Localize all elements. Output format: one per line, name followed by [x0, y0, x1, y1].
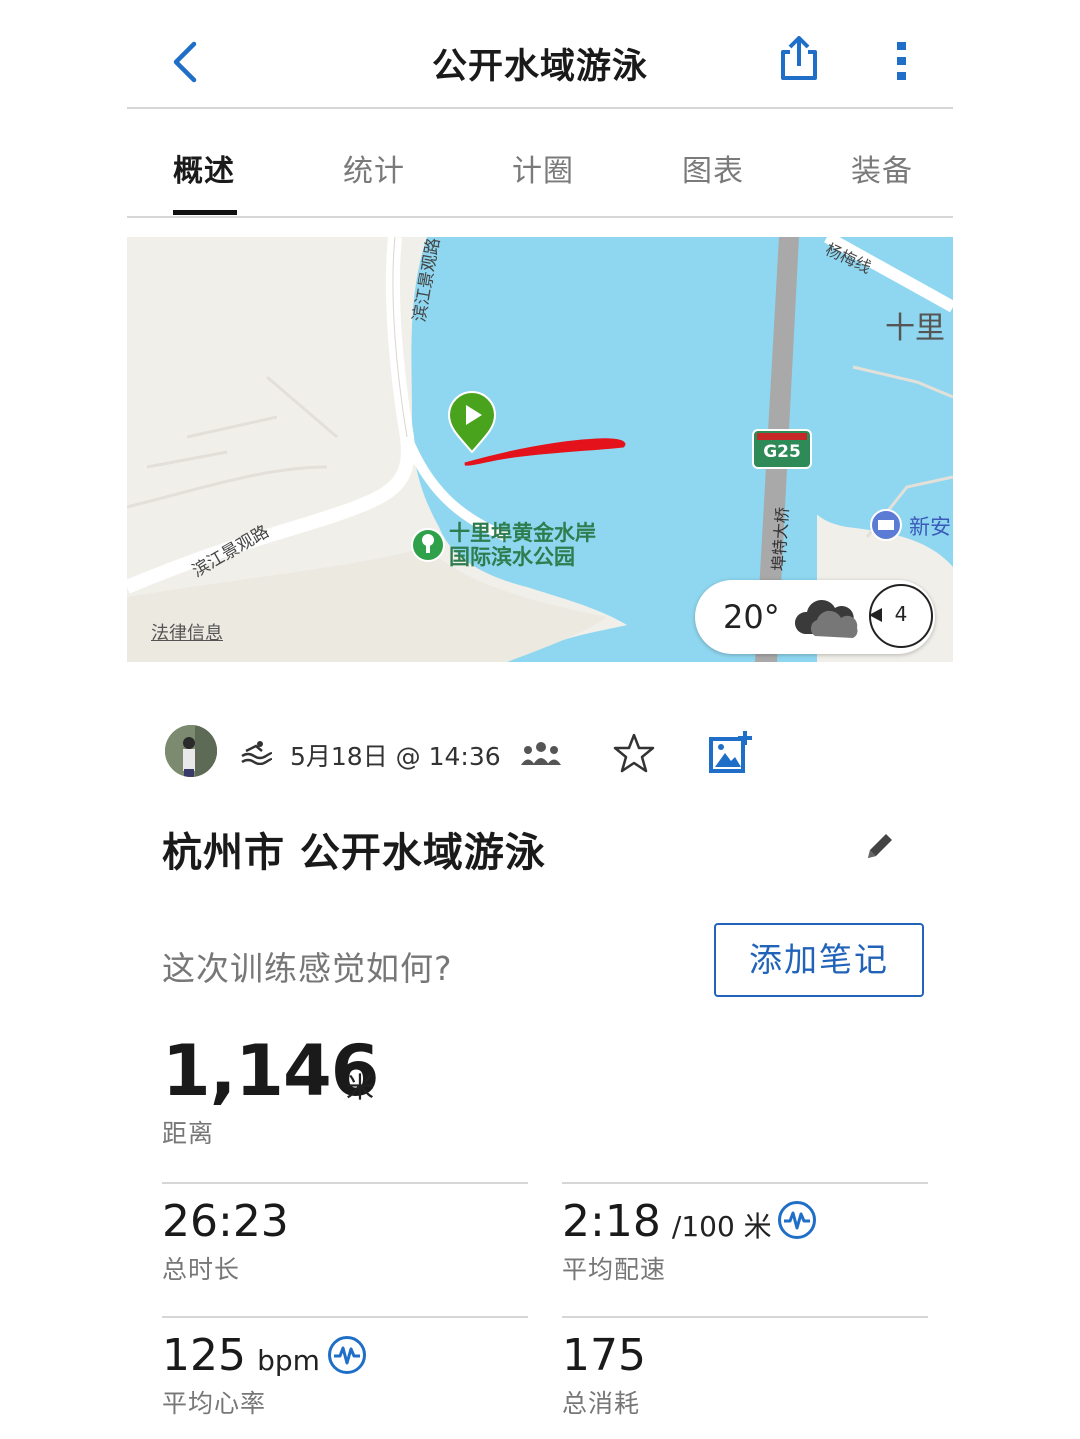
stat-divider — [562, 1182, 928, 1184]
map-label-bridge: 埠特大桥 — [768, 506, 793, 572]
duration-label: 总时长 — [162, 1255, 241, 1284]
weather-temperature: 20° — [723, 598, 780, 636]
pace-label: 平均配速 — [562, 1255, 667, 1284]
page-title: 公开水域游泳 — [431, 47, 648, 87]
swim-icon — [241, 741, 272, 765]
distance-unit: 米 — [346, 1071, 375, 1104]
add-photo-icon[interactable] — [707, 729, 755, 775]
activity-datetime: 5月18日 @ 14:36 — [290, 742, 501, 771]
star-icon[interactable] — [613, 733, 655, 773]
add-note-button[interactable]: 添加笔记 — [714, 923, 924, 997]
pace-unit: /100 米 — [671, 1210, 772, 1243]
avatar[interactable] — [165, 725, 217, 777]
header-divider — [127, 107, 953, 109]
map-label-park-line2: 国际滨水公园 — [449, 545, 575, 569]
tab-overview[interactable]: 概述 — [173, 146, 235, 190]
stat-divider — [162, 1182, 528, 1184]
stat-divider — [562, 1316, 928, 1318]
feel-prompt: 这次训练感觉如何? — [162, 949, 453, 988]
duration-value: 26:23 — [162, 1196, 289, 1247]
heart-rate-stat: 125 bpm — [162, 1330, 320, 1386]
more-menu-button[interactable] — [894, 40, 910, 82]
map-label-park-line1: 十里埠黄金水岸 — [449, 521, 596, 545]
park-poi-icon — [411, 528, 445, 562]
pace-value: 2:18 — [562, 1196, 661, 1247]
calories-label: 总消耗 — [562, 1389, 641, 1418]
map-label-poi-right: 新安 — [909, 515, 951, 539]
tabs-divider — [127, 216, 953, 218]
group-icon[interactable] — [520, 741, 562, 765]
heart-rate-unit: bpm — [257, 1344, 320, 1377]
distance-label: 距离 — [162, 1119, 215, 1148]
activity-pulse-icon — [334, 1346, 360, 1365]
tab-gear[interactable]: 装备 — [851, 146, 913, 190]
share-icon — [781, 36, 817, 80]
tab-laps[interactable]: 计圈 — [512, 146, 574, 190]
wind-direction-icon — [869, 608, 882, 622]
map-label-place-right: 十里 — [885, 311, 945, 346]
avatar-image — [165, 725, 217, 777]
activity-pulse-icon — [784, 1211, 810, 1230]
tab-charts[interactable]: 图表 — [682, 146, 744, 190]
edit-pencil-icon[interactable] — [864, 830, 896, 862]
heart-rate-value: 125 — [162, 1330, 246, 1381]
temple-poi-icon — [870, 509, 902, 541]
stat-divider — [162, 1316, 528, 1318]
calories-value: 175 — [562, 1330, 646, 1381]
pace-chart-button[interactable] — [778, 1201, 816, 1239]
tab-stats[interactable]: 统计 — [343, 146, 405, 190]
more-vertical-icon — [897, 42, 906, 80]
route-map[interactable]: 滨江景观路 滨江景观路 十里埠黄金水岸 国际滨水公园 十里 新安 杨梅线 埠特大… — [127, 237, 953, 662]
cloud-icon — [794, 599, 858, 638]
pace-stat: 2:18 /100 米 — [562, 1196, 772, 1252]
heart-rate-label: 平均心率 — [162, 1389, 267, 1418]
legal-info-link[interactable]: 法律信息 — [151, 619, 223, 645]
active-tab-indicator — [173, 210, 237, 215]
heart-rate-chart-button[interactable] — [328, 1336, 366, 1374]
wind-indicator: 4 — [869, 584, 933, 648]
weather-badge: 20° 4 — [695, 580, 935, 654]
activity-title: 杭州市 公开水域游泳 — [162, 830, 546, 876]
activity-meta: 5月18日 @ 14:36 — [165, 725, 765, 779]
map-label-park: 十里埠黄金水岸 国际滨水公园 — [449, 521, 596, 569]
share-button[interactable] — [778, 36, 820, 82]
map-label-highway: G25 — [763, 442, 801, 462]
